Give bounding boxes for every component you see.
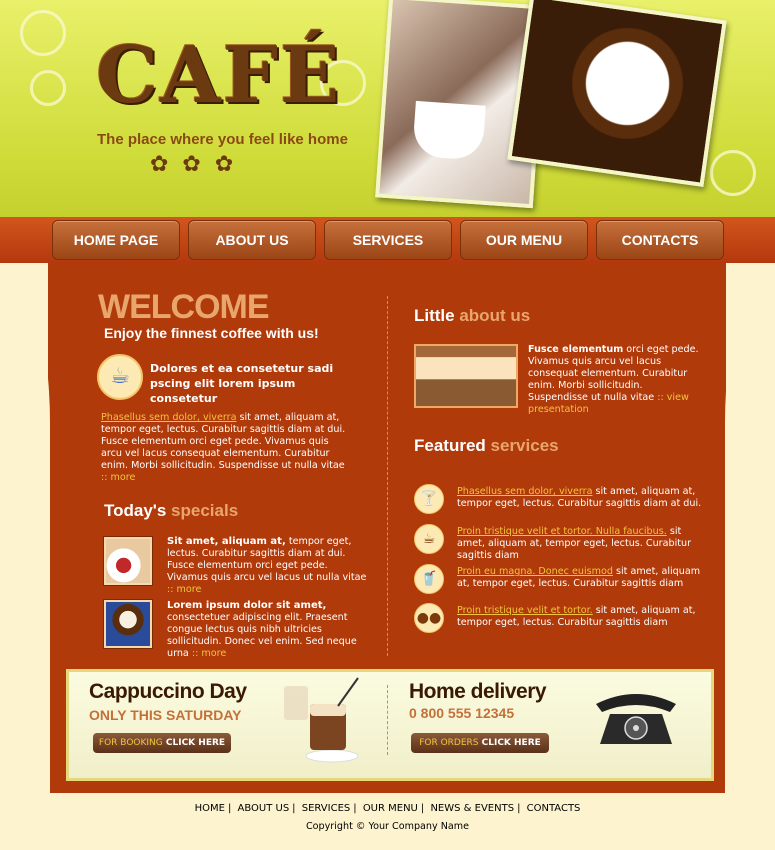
special-icecream-thumbnail[interactable]: [104, 600, 152, 648]
special-2-more-link[interactable]: :: more: [192, 648, 226, 659]
cappuccino-glass-icon: [284, 677, 359, 763]
header-banner: CAFÉ The place where you feel like home …: [0, 0, 775, 220]
special-dessert-thumbnail[interactable]: [104, 537, 152, 585]
main-navigation: HOME PAGE ABOUT US SERVICES OUR MENU CON…: [0, 217, 775, 263]
right-margin-curve: [725, 263, 775, 793]
cappuccino-day-title: Cappuccino Day: [89, 680, 247, 703]
special-1-more-link[interactable]: :: more: [167, 584, 201, 595]
footer-link-contacts[interactable]: CONTACTS: [524, 803, 584, 814]
welcome-subheading: Enjoy the finnest coffee with us!: [104, 325, 319, 341]
left-margin-curve: [0, 263, 50, 793]
home-delivery-title: Home delivery: [409, 680, 547, 703]
footer-link-news-events[interactable]: NEWS & EVENTS: [427, 803, 517, 814]
rotary-telephone-icon: [596, 694, 676, 744]
booking-button[interactable]: FOR BOOKING CLICK HERE: [93, 733, 231, 753]
featured-item-2: Proin tristique velit et tortor. Nulla f…: [457, 526, 692, 561]
swirl-ornament: [20, 10, 66, 56]
featured-item-3: Proin eu magna. Donec euismod sit amet, …: [457, 566, 701, 589]
swirl-ornament: [30, 70, 66, 106]
featured-heading: Featured services: [414, 436, 559, 455]
about-body: Fusce elementum orci eget pede. Vivamus …: [528, 344, 699, 415]
swirl-ornament: [710, 150, 756, 196]
site-logo[interactable]: CAFÉ: [96, 30, 341, 121]
column-divider: [387, 296, 388, 656]
special-item-1: Sit amet, aliquam at, tempor eget, lectu…: [167, 536, 367, 595]
featured-item-1: Phasellus sem dolor, viverra sit amet, a…: [457, 486, 702, 509]
coffee-pot-icon: ☕: [414, 524, 444, 554]
nav-our-menu[interactable]: OUR MENU: [460, 220, 588, 260]
specials-heading: Today's specials: [104, 501, 239, 520]
footer-link-our-menu[interactable]: OUR MENU: [360, 803, 421, 814]
promo-divider: [387, 685, 388, 755]
footer-link-services[interactable]: SERVICES: [299, 803, 354, 814]
juice-glass-icon: 🥤: [414, 564, 444, 594]
nav-contacts[interactable]: CONTACTS: [596, 220, 724, 260]
special-item-2: Lorem ipsum dolor sit amet, consectetuer…: [167, 600, 357, 659]
nav-home-page[interactable]: HOME PAGE: [52, 220, 180, 260]
welcome-link[interactable]: Phasellus sem dolor, viverra: [101, 412, 236, 423]
cappuccino-cup-icon: ☕: [97, 354, 143, 400]
nav-services[interactable]: SERVICES: [324, 220, 452, 260]
coffee-beans-icon: ✿✿✿: [150, 152, 248, 177]
featured-item-4: Proin tristique velit et tortor. sit ame…: [457, 605, 696, 628]
cappuccino-day-subtitle: ONLY THIS SATURDAY: [89, 707, 242, 723]
copyright-text: Copyright © Your Company Name: [305, 821, 470, 832]
footer-link-about-us[interactable]: ABOUT US: [235, 803, 293, 814]
coffee-beans-icon: ●●: [414, 603, 444, 633]
welcome-heading: WELCOME: [98, 288, 270, 326]
orders-button[interactable]: FOR ORDERS CLICK HERE: [411, 733, 549, 753]
coffee-cup-photo: [507, 0, 727, 187]
cocktail-glass-icon: 🍸: [414, 484, 444, 514]
delivery-phone-number: 0 800 555 12345: [409, 705, 515, 721]
footer-link-home[interactable]: HOME: [192, 803, 228, 814]
site-tagline: The place where you feel like home: [97, 131, 348, 148]
welcome-body: Phasellus sem dolor, viverra sit amet, a…: [101, 412, 346, 483]
nav-about-us[interactable]: ABOUT US: [188, 220, 316, 260]
about-heading: Little about us: [414, 306, 531, 325]
cafe-storefront-image[interactable]: [414, 344, 518, 408]
welcome-more-link[interactable]: :: more: [101, 472, 135, 483]
footer-navigation: HOME | ABOUT US | SERVICES | OUR MENU | NEWS…: [0, 803, 775, 814]
welcome-intro: Dolores et ea consetetur sadi pscing eli…: [150, 362, 334, 405]
